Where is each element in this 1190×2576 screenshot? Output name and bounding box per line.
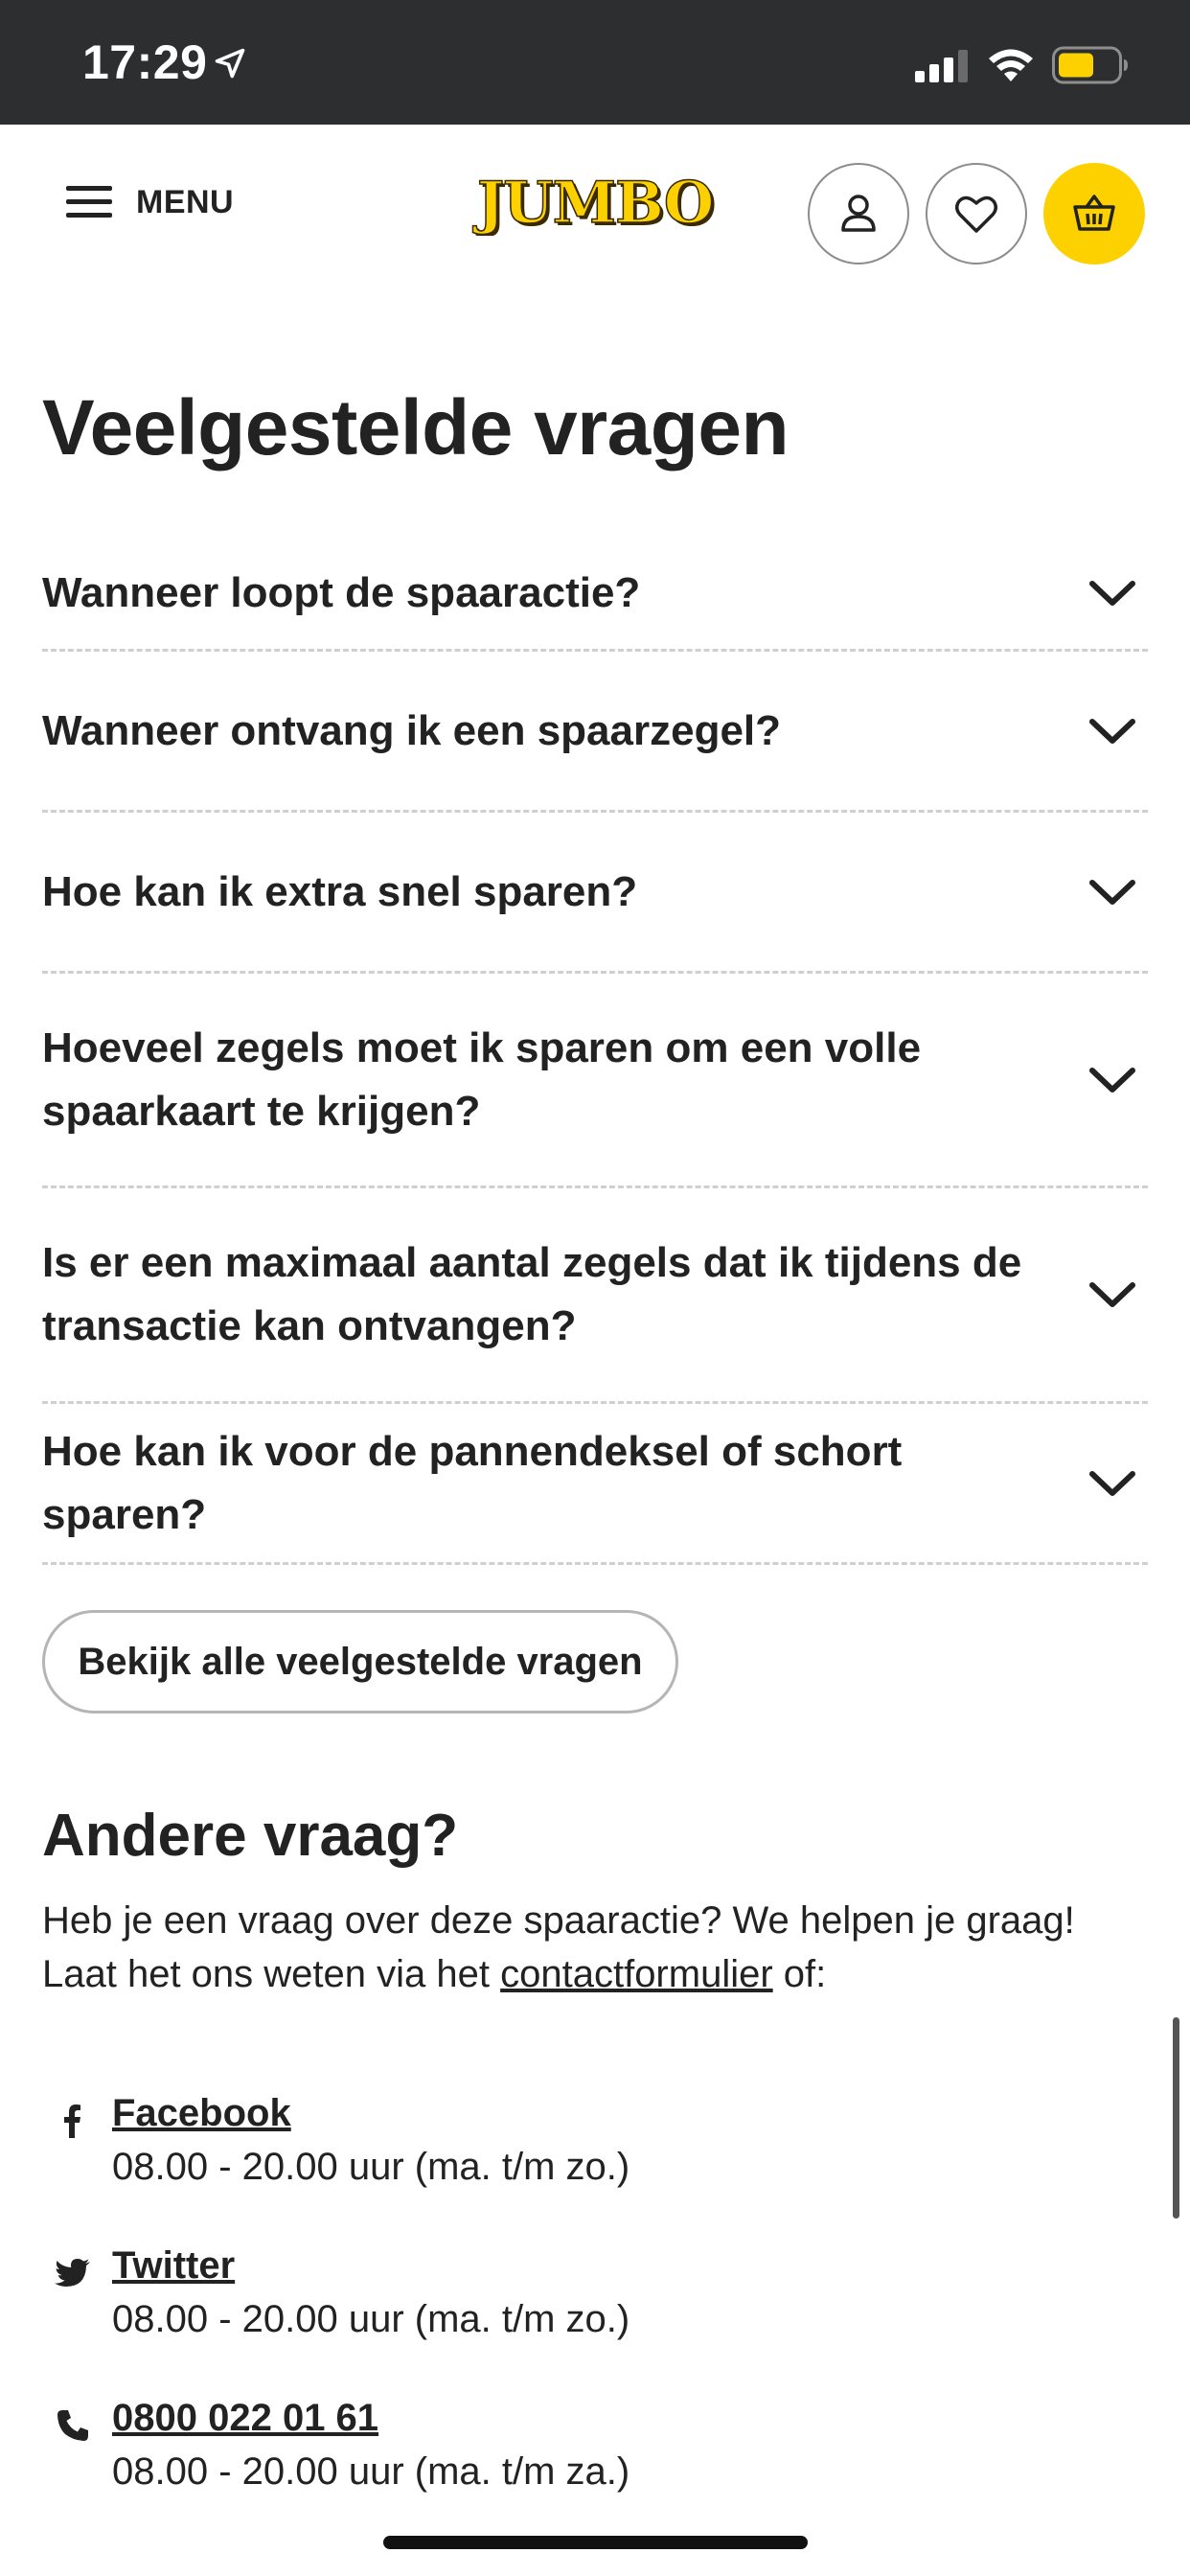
wifi-icon <box>989 49 1033 81</box>
faq-question: Wanneer loopt de spaaractie? <box>42 568 641 616</box>
other-question-title: Andere vraag? <box>42 1802 458 1870</box>
faq-title: Veelgestelde vragen <box>42 384 790 472</box>
phone-link[interactable]: 0800 022 01 61 <box>112 2397 378 2440</box>
faq-item[interactable]: Is er een maximaal aantal zegels dat ik … <box>42 1188 1148 1404</box>
twitter-icon <box>55 2259 90 2287</box>
facebook-link[interactable]: Facebook <box>112 2092 291 2135</box>
chevron-down-icon <box>1089 879 1135 905</box>
other-line-1: Heb je een vraag over deze spaaractie? W… <box>42 1899 1075 1942</box>
contact-phone: 0800 022 01 61 08.00 - 20.00 uur (ma. t/… <box>54 2397 1012 2502</box>
chevron-down-icon <box>1089 1067 1135 1092</box>
faq-item[interactable]: Hoe kan ik extra snel sparen? <box>42 813 1148 974</box>
faq-question: Is er een maximaal aantal zegels dat ik … <box>42 1239 1022 1349</box>
menu-button[interactable]: MENU <box>65 180 234 224</box>
menu-label: MENU <box>136 183 235 220</box>
chevron-down-icon <box>1089 718 1135 744</box>
phone-hours: 08.00 - 20.00 uur (ma. t/m za.) <box>112 2450 630 2493</box>
phone-icon <box>57 2410 88 2441</box>
other-line-2-pre: Laat het ons weten via het <box>42 1953 501 1995</box>
faq-item[interactable]: Hoeveel zegels moet ik sparen om een vol… <box>42 974 1148 1188</box>
facebook-icon <box>64 2104 80 2138</box>
favorites-button[interactable] <box>926 163 1027 264</box>
other-line-2-post: of: <box>772 1953 827 1995</box>
twitter-link[interactable]: Twitter <box>112 2244 235 2288</box>
status-bar: 17:29 <box>0 0 1190 125</box>
twitter-hours: 08.00 - 20.00 uur (ma. t/m zo.) <box>112 2298 630 2340</box>
view-all-faq-button[interactable]: Bekijk alle veelgestelde vragen <box>42 1610 678 1714</box>
status-time: 17:29 <box>82 35 208 89</box>
faq-item[interactable]: Wanneer loopt de spaaractie? <box>42 537 1148 652</box>
chevron-down-icon <box>1089 1282 1135 1307</box>
faq-question: Hoe kan ik extra snel sparen? <box>42 867 638 915</box>
faq-question: Hoe kan ik voor de pannendeksel of schor… <box>42 1427 903 1538</box>
facebook-hours: 08.00 - 20.00 uur (ma. t/m zo.) <box>112 2146 630 2188</box>
site-header: MENU JUMBO JUMBO <box>0 125 1190 273</box>
jumbo-logo[interactable]: JUMBO JUMBO <box>466 169 724 236</box>
other-question-text: Heb je een vraag over deze spaaractie? W… <box>42 1894 1144 2001</box>
account-button[interactable] <box>808 163 909 264</box>
battery-icon <box>1052 46 1128 84</box>
home-indicator[interactable] <box>383 2536 808 2549</box>
faq-item[interactable]: Hoe kan ik voor de pannendeksel of schor… <box>42 1404 1148 1565</box>
cellular-signal-icon <box>915 50 968 82</box>
other-title-rest: vraag? <box>246 1803 459 1869</box>
scrollbar[interactable] <box>1173 2017 1179 2219</box>
contact-form-link[interactable]: contactformulier <box>500 1953 773 1995</box>
chevron-down-icon <box>1089 1470 1135 1496</box>
svg-text:JUMBO: JUMBO <box>472 170 713 236</box>
faq-question: Hoeveel zegels moet ik sparen om een vol… <box>42 1024 922 1135</box>
chevron-down-icon <box>1089 580 1135 606</box>
basket-icon <box>1073 195 1115 231</box>
menu-icon <box>66 186 112 218</box>
location-arrow-icon <box>215 48 245 79</box>
other-title-bold: Andere <box>42 1803 247 1869</box>
other-line-2: Laat het ons weten via het contactformul… <box>42 1947 1144 2001</box>
faq-question: Wanneer ontvang ik een spaarzegel? <box>42 706 782 754</box>
heart-icon <box>955 196 997 233</box>
faq-item[interactable]: Wanneer ontvang ik een spaarzegel? <box>42 652 1148 813</box>
account-icon <box>841 195 876 232</box>
contact-facebook: Facebook 08.00 - 20.00 uur (ma. t/m zo.) <box>54 2092 1012 2197</box>
basket-button[interactable] <box>1043 163 1145 264</box>
contact-twitter: Twitter 08.00 - 20.00 uur (ma. t/m zo.) <box>54 2244 1012 2350</box>
